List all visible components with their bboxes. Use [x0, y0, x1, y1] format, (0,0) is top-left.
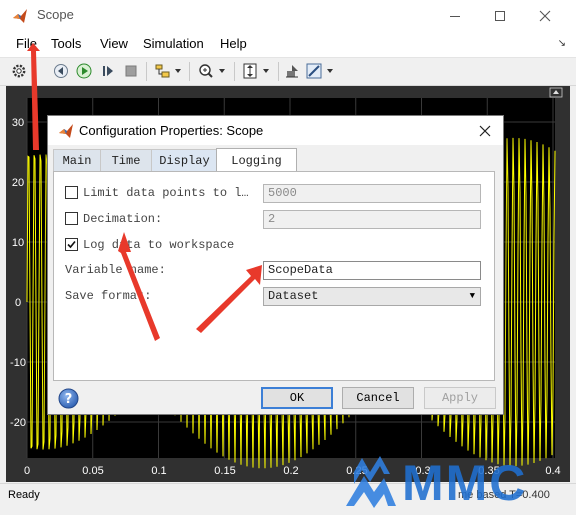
svg-text:?: ?: [65, 392, 73, 407]
log-data-label: Log data to workspace: [83, 238, 235, 252]
step-back-button[interactable]: [52, 62, 70, 80]
tab-logging[interactable]: Logging: [216, 148, 297, 172]
step-forward-button[interactable]: [99, 62, 117, 80]
measure-icon: [306, 63, 333, 79]
y-tick-label: 30: [12, 117, 24, 129]
tab-main[interactable]: Main: [53, 149, 101, 171]
save-format-label: Save format:: [65, 289, 152, 303]
zoom-icon: [199, 64, 225, 78]
variable-name-input[interactable]: ScopeData: [263, 261, 481, 280]
variable-name-label: Variable name:: [65, 263, 166, 277]
settings-button[interactable]: [10, 62, 28, 80]
menu-tools[interactable]: Tools: [51, 36, 81, 51]
dialog-title-bar: Configuration Properties: Scope: [48, 116, 503, 145]
watermark-text: MMC: [402, 455, 527, 510]
tab-time[interactable]: Time: [100, 149, 152, 171]
matlab-logo-icon: [59, 124, 73, 138]
scale-icon: [243, 63, 269, 79]
logging-panel: Limit data points to l… 5000 Decimation:…: [53, 171, 495, 381]
y-tick-label: -20: [10, 417, 26, 429]
limit-data-points-field: 5000: [263, 184, 481, 203]
matlab-logo-icon: [13, 9, 27, 23]
gear-icon: [12, 64, 26, 78]
x-tick-label: 0.1: [151, 465, 166, 477]
decimation-checkbox[interactable]: [65, 212, 78, 225]
window-title: Scope: [37, 7, 74, 22]
y-tick-label: 20: [12, 177, 24, 189]
tab-display[interactable]: Display: [151, 149, 218, 171]
save-format-select[interactable]: Dataset ▼: [263, 287, 481, 306]
decimation-field: 2: [263, 210, 481, 229]
help-icon[interactable]: ?: [58, 388, 79, 409]
dialog-title: Configuration Properties: Scope: [79, 123, 264, 138]
menu-view[interactable]: View: [100, 36, 128, 51]
limit-data-points-checkbox[interactable]: [65, 186, 78, 199]
step-back-icon: [54, 64, 68, 78]
step-forward-icon: [103, 66, 113, 76]
menu-help[interactable]: Help: [220, 36, 247, 51]
configuration-properties-dialog: Configuration Properties: Scope Main Tim…: [47, 115, 504, 415]
style-button[interactable]: [283, 62, 301, 80]
undock-icon[interactable]: [549, 87, 563, 98]
apply-button[interactable]: Apply: [424, 387, 496, 409]
toolbar: [0, 58, 576, 86]
y-tick-label: 0: [15, 297, 21, 309]
title-bar: Scope: [0, 0, 576, 31]
run-icon: [76, 63, 92, 79]
minimize-button[interactable]: [432, 0, 478, 31]
dock-pin-icon[interactable]: ↘: [558, 38, 566, 49]
scale-axes-button[interactable]: [240, 62, 274, 80]
stop-button[interactable]: [122, 62, 140, 80]
close-icon: [539, 10, 551, 21]
x-tick-label: 0: [24, 465, 30, 477]
x-tick-label: 0.05: [82, 465, 103, 477]
minimize-icon: [450, 15, 460, 17]
maximize-button[interactable]: [477, 0, 523, 31]
status-text: Ready: [8, 489, 40, 501]
y-axis: 30 20 10 0 -10 -20: [10, 117, 26, 429]
dropdown-arrow-icon: ▼: [469, 291, 475, 301]
x-tick-label: 0.15: [214, 465, 235, 477]
mmc-watermark-logo: MMC: [346, 455, 527, 510]
checkmark-icon: [67, 240, 76, 249]
save-format-value: Dataset: [268, 289, 319, 303]
highlight-icon: [155, 64, 181, 78]
zoom-button[interactable]: [196, 62, 230, 80]
highlight-button[interactable]: [154, 62, 184, 80]
decimation-label: Decimation:: [83, 212, 163, 226]
x-tick-label: 0.2: [283, 465, 298, 477]
limit-data-points-label: Limit data points to l…: [83, 186, 249, 200]
menu-file[interactable]: File: [16, 36, 37, 51]
style-icon: [286, 65, 298, 78]
measure-button[interactable]: [305, 62, 337, 80]
log-data-checkbox[interactable]: [65, 238, 78, 251]
maximize-icon: [495, 10, 505, 21]
menu-bar: File Tools View Simulation Help ↘: [0, 31, 576, 58]
dialog-close-button[interactable]: [474, 120, 496, 142]
menu-simulation[interactable]: Simulation: [143, 36, 204, 51]
run-button[interactable]: [75, 62, 93, 80]
close-icon: [479, 125, 491, 137]
close-window-button[interactable]: [522, 0, 568, 31]
ok-button[interactable]: OK: [261, 387, 333, 409]
y-tick-label: -10: [10, 357, 26, 369]
cancel-button[interactable]: Cancel: [342, 387, 414, 409]
stop-icon: [125, 65, 137, 77]
y-tick-label: 10: [12, 237, 24, 249]
